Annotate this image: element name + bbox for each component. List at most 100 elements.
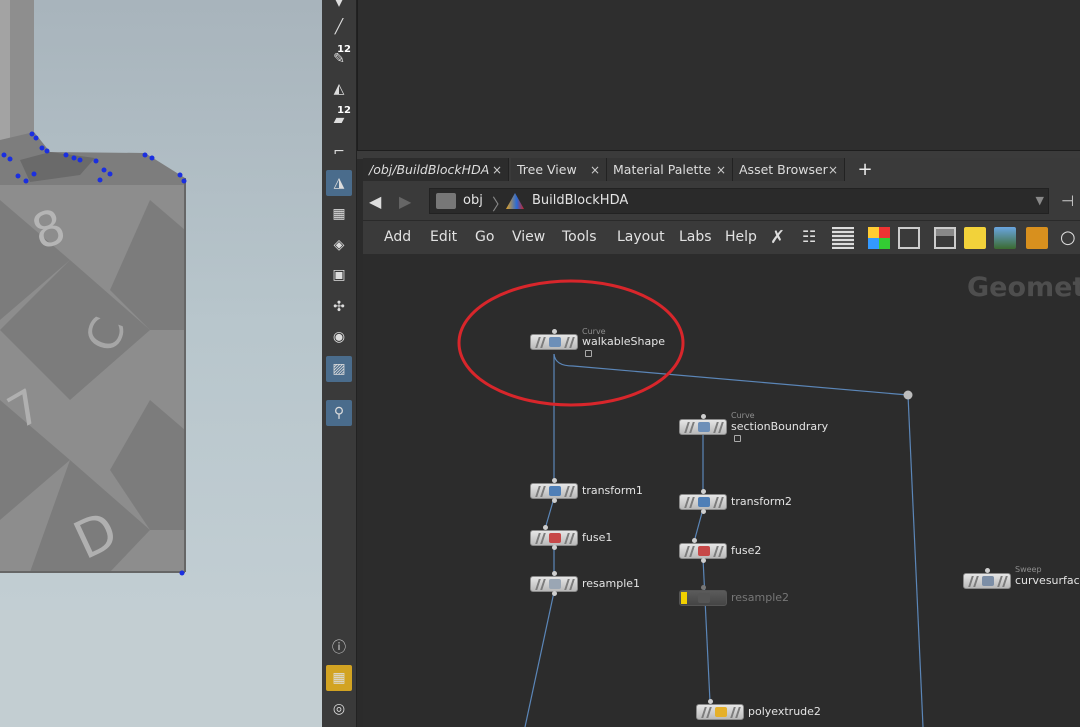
box-icon[interactable] [1026,227,1048,249]
tab-network-path[interactable]: /obj/BuildBlockHDA × [363,158,509,181]
list-view-icon[interactable] [832,227,854,249]
close-icon[interactable]: × [492,163,502,177]
background-image-icon[interactable]: ▨ [326,356,352,382]
dropdown-chevron-icon[interactable]: ▼ [1036,194,1044,207]
node-output[interactable] [701,509,706,514]
node-input[interactable] [552,571,557,576]
menu-tools[interactable]: Tools [562,229,597,245]
close-icon[interactable]: × [590,163,600,177]
node-curvesurface1[interactable] [963,573,1011,589]
node-name-label[interactable]: polyextrude2 [748,705,821,718]
menu-add[interactable]: Add [384,229,411,245]
tree-list-icon[interactable]: ☷ [802,227,824,249]
image-icon[interactable] [994,227,1016,249]
sticky-note-icon[interactable] [964,227,986,249]
circle-tool-icon[interactable]: ◉ [326,324,352,350]
display-tool-icon[interactable]: ◮ [326,170,352,196]
node-input[interactable] [692,538,697,543]
node-name-label[interactable]: walkableShape [582,335,665,348]
info-icon[interactable]: ⓘ [326,634,352,660]
snap-tool-icon[interactable]: ◈ [326,232,352,258]
curve-node-icon [549,337,561,347]
node-resample1[interactable] [530,576,578,592]
tool-badge-label: 12 [337,44,351,55]
node-walkableshape[interactable] [530,334,578,350]
menu-help[interactable]: Help [725,229,757,245]
wire-dot-down [907,394,924,727]
eye-visibility-icon[interactable]: ◎ [326,696,352,722]
path-current[interactable]: BuildBlockHDA [532,193,628,208]
node-input[interactable] [552,329,557,334]
checker-tool-icon[interactable]: ▦ [326,201,352,227]
node-output[interactable] [552,498,557,503]
ground-plane [0,610,322,727]
wire-dot[interactable] [903,390,913,400]
search-icon[interactable]: ○ [1060,227,1080,249]
bypass-flag[interactable] [681,592,687,604]
color-palette-icon[interactable] [868,227,890,249]
close-icon[interactable]: × [828,163,838,177]
tab-tree-view[interactable]: Tree View × [511,158,607,181]
node-name-label[interactable]: fuse2 [731,544,761,557]
view-layout-icon[interactable]: ▦ [326,665,352,691]
node-output[interactable] [552,591,557,596]
tools-wrench-icon[interactable]: ✗ [770,227,792,249]
node-input[interactable] [701,585,706,590]
curve-tool-icon[interactable]: ⌐ [326,139,352,165]
node-name-label[interactable]: curvesurface1 [1015,574,1080,587]
path-root[interactable]: obj [463,193,483,208]
node-input[interactable] [985,568,990,573]
forward-arrow-icon[interactable]: ▶ [399,192,411,211]
node-output[interactable] [552,545,557,550]
node-sectionboundrary[interactable] [679,419,727,435]
resample-node-icon [698,593,710,603]
sculpt-tool-icon[interactable]: ◭ [326,76,352,102]
paint-tool-icon[interactable]: ✎ 12 [326,44,352,72]
menu-labs[interactable]: Labs [679,229,712,245]
tab-material-palette[interactable]: Material Palette × [607,158,733,181]
node-transform1[interactable] [530,483,578,499]
menu-layout[interactable]: Layout [617,229,665,245]
node-polyextrude2[interactable] [696,704,744,720]
menu-view[interactable]: View [512,229,545,245]
stamp-tool-icon[interactable]: ▰ 12 [326,105,352,133]
network-menu-bar: Add Edit Go View Tools Layout Labs Help … [363,220,1080,256]
node-name-label[interactable]: sectionBoundrary [731,420,828,433]
node-input[interactable] [552,478,557,483]
add-tab-button[interactable]: + [856,158,874,181]
node-name-label[interactable]: transform2 [731,495,792,508]
sweep-node-icon [982,576,994,586]
tab-asset-browser[interactable]: Asset Browser × [733,158,845,181]
node-transform2[interactable] [679,494,727,510]
pivot-tool-icon[interactable]: ✣ [326,294,352,320]
path-field[interactable]: obj 〉 BuildBlockHDA ▼ [429,188,1049,214]
wire-resample1-down [524,591,555,727]
tab-label: /obj/BuildBlockHDA [369,162,490,177]
node-name-label[interactable]: transform1 [582,484,643,497]
grid-view-icon[interactable] [898,227,920,249]
node-output[interactable] [701,558,706,563]
location-pin-icon[interactable]: ⚲ [326,400,352,426]
node-input[interactable] [708,699,713,704]
menu-edit[interactable]: Edit [430,229,457,245]
node-input[interactable] [701,414,706,419]
node-resample2[interactable] [679,590,727,606]
curve-node-icon [698,422,710,432]
network-editor[interactable]: Geometr Curve walkableShape Curve sectio… [363,254,1080,727]
3d-viewport[interactable]: 8 C 7 D [0,0,322,727]
node-fuse2[interactable] [679,543,727,559]
tool-badge-label: 12 [337,105,351,116]
node-name-label[interactable]: resample1 [582,577,640,590]
pin-icon[interactable]: ⊣ [1061,192,1074,210]
node-name-label[interactable]: resample2 [731,591,789,604]
node-input[interactable] [543,525,548,530]
brush-tool-icon[interactable]: ╱ [326,14,352,40]
layout-icon[interactable] [934,227,956,249]
node-input[interactable] [701,489,706,494]
back-arrow-icon[interactable]: ◀ [369,192,381,211]
node-fuse1[interactable] [530,530,578,546]
close-icon[interactable]: × [716,163,726,177]
node-name-label[interactable]: fuse1 [582,531,612,544]
mesh-tool-icon[interactable]: ▣ [326,262,352,288]
menu-go[interactable]: Go [475,229,494,245]
